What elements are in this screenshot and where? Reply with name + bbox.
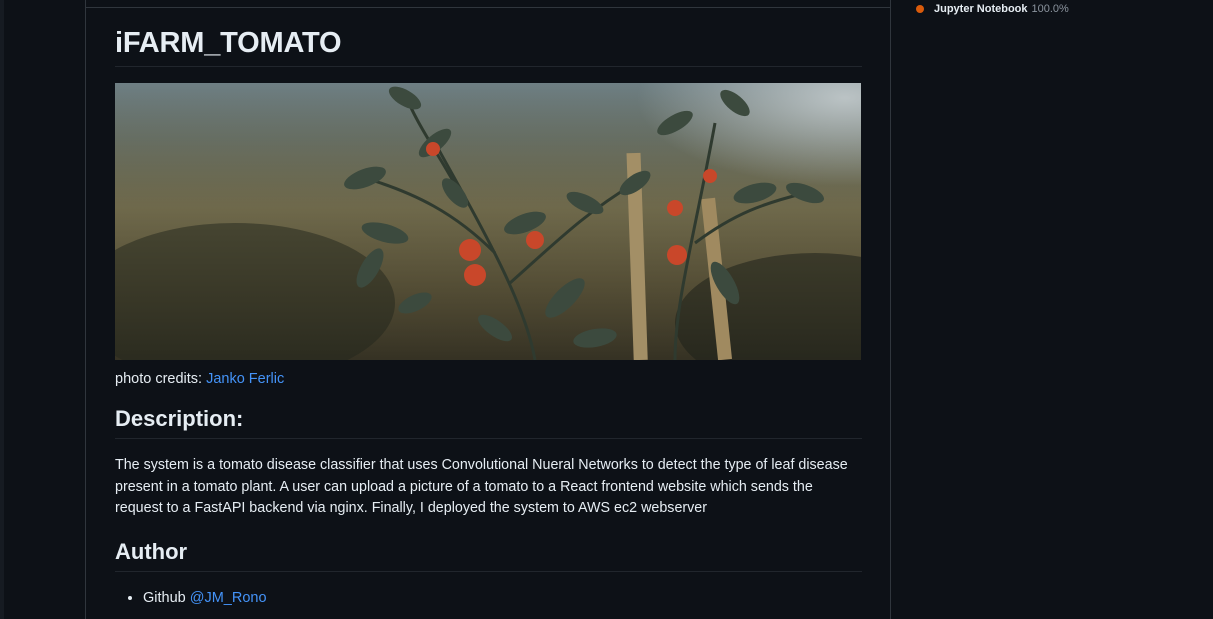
github-handle-link[interactable]: @JM_Rono	[190, 590, 267, 606]
description-paragraph: The system is a tomato disease classifie…	[115, 457, 848, 516]
author-list: Github @JM_Rono	[115, 588, 862, 608]
photo-credits: photo credits: Janko Ferlic	[115, 369, 862, 389]
readme-title: iFARM_TOMATO	[115, 26, 862, 67]
readme-content: iFARM_TOMATO photo credits: Janko Ferlic…	[115, 26, 862, 608]
language-percent: 100.0%	[1031, 3, 1069, 15]
readme-header-divider	[86, 7, 890, 8]
list-item: Github @JM_Rono	[143, 588, 862, 608]
description-heading: Description:	[115, 405, 862, 439]
language-name: Jupyter Notebook	[934, 3, 1028, 15]
photo-credits-label: photo credits:	[115, 371, 207, 387]
left-gutter	[0, 0, 4, 619]
language-item-jupyter: Jupyter Notebook 100.0%	[916, 2, 1069, 16]
tomato-plant-photo	[115, 83, 861, 360]
author-heading: Author	[115, 538, 862, 572]
language-color-dot-icon	[916, 5, 924, 13]
photo-credits-link[interactable]: Janko Ferlic	[206, 371, 284, 387]
tomato-plant-illustration	[115, 83, 861, 360]
author-item-label: Github	[143, 589, 190, 606]
readme-panel: iFARM_TOMATO photo credits: Janko Ferlic…	[85, 0, 891, 619]
